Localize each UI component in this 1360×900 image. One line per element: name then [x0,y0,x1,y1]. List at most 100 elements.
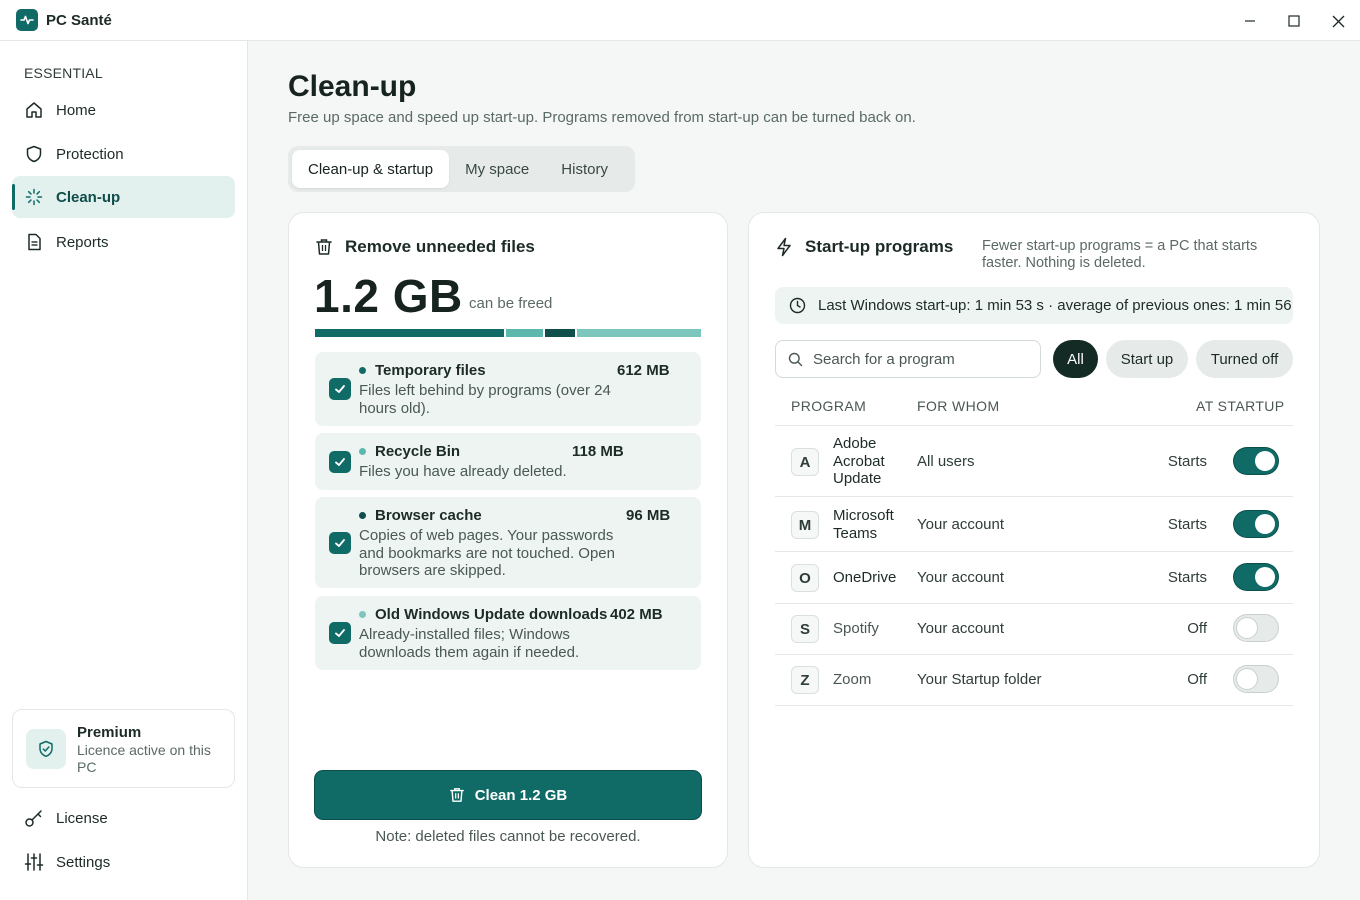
search-icon [788,352,803,367]
file-title: Old Windows Update downloads [375,606,608,623]
column-header-program: PROGRAM [791,398,867,414]
shield-check-icon [26,729,66,769]
color-dot [359,611,366,618]
program-row: A Adobe Acrobat Update All users Starts [775,425,1293,497]
file-checkbox[interactable] [329,622,351,644]
maximize-button[interactable] [1279,6,1309,36]
file-size: 118 MB [572,443,624,460]
search-input[interactable] [813,350,1033,368]
close-window-button[interactable] [1323,6,1353,36]
program-row: S Spotify Your account Off [775,604,1293,655]
startup-toggle[interactable] [1234,511,1278,537]
program-row: O OneDrive Your account Starts [775,552,1293,604]
filter-all[interactable]: All [1053,340,1098,378]
filter-start-up[interactable]: Start up [1106,340,1188,378]
clean-button-label: Clean 1.2 GB [474,786,568,804]
premium-card[interactable]: Premium Licence active on this PC [12,709,235,788]
sparkle-icon [24,187,44,207]
page-subtitle: Free up space and speed up start-up. Pro… [288,109,916,126]
tab-history[interactable]: History [545,150,624,188]
program-name: OneDrive [833,569,897,586]
app-title: PC Santé [46,12,112,29]
cleanup-heading: Remove unneeded files [315,237,535,257]
title-bar: PC Santé [0,0,1360,41]
page-title: Clean-up [288,70,417,103]
trash-icon [315,238,333,256]
startup-toggle[interactable] [1234,448,1278,474]
size-bar-segment [576,329,701,337]
sidebar-section-label: ESSENTIAL [24,65,103,81]
file-item-temporary[interactable]: Temporary files 612 MB Files left behind… [315,352,701,426]
file-description: Already-installed files; Windows downloa… [359,626,580,661]
program-name: Microsoft Teams [833,507,894,542]
sidebar-item-label: Protection [56,145,124,163]
minimize-button[interactable] [1235,6,1265,36]
sidebar-item-settings[interactable]: Settings [24,852,110,872]
tab-bar: Clean-up & startup My space History [288,146,635,192]
sidebar-item-license[interactable]: License [24,808,108,828]
premium-title: Premium [77,724,142,741]
last-startup-info: Last Windows start-up: 1 min 53 s · aver… [775,287,1293,324]
clean-button[interactable]: Clean 1.2 GB [315,771,701,819]
file-title: Recycle Bin [375,443,461,460]
check-icon [335,629,345,637]
sidebar-item-label: Reports [56,233,109,251]
program-for-whom: Your account [917,620,1005,637]
color-dot [359,448,366,455]
sidebar-item-home[interactable]: Home [12,89,235,131]
color-dot [359,512,366,519]
startup-heading-text: Start-up programs [805,237,954,256]
startup-toggle[interactable] [1234,666,1278,692]
column-header-at-startup: AT STARTUP [1196,398,1285,414]
tab-my-space[interactable]: My space [449,150,545,188]
startup-subtitle: Fewer start-up programs = a PC that star… [982,238,1258,271]
filter-turned-off[interactable]: Turned off [1196,340,1293,378]
program-state: Off [1187,671,1207,688]
size-breakdown-bar [315,329,701,337]
premium-subtitle: Licence active on this PC [77,742,211,775]
sidebar-item-reports[interactable]: Reports [12,221,235,263]
program-state: Starts [1167,516,1207,533]
startup-toggle[interactable] [1234,564,1278,590]
clock-icon [789,297,806,314]
file-item-recycle-bin[interactable]: Recycle Bin 118 MB Files you have alread… [315,433,701,490]
program-state: Starts [1167,453,1207,470]
program-name: Adobe Acrobat Update [833,435,885,487]
program-search[interactable] [775,340,1041,378]
program-row: M Microsoft Teams Your account Starts [775,497,1293,552]
trash-icon [449,787,465,803]
total-size: 1.2 GB [314,270,463,322]
file-size: 402 MB [610,606,663,623]
file-checkbox[interactable] [329,451,351,473]
startup-toggle[interactable] [1234,615,1278,641]
sidebar-item-label: Clean-up [56,188,121,206]
cleanup-heading-text: Remove unneeded files [345,237,535,256]
sidebar-item-label: Home [56,101,97,119]
file-item-windows-update[interactable]: Old Windows Update downloads 402 MB Alre… [315,596,701,670]
sidebar-item-label: License [56,809,108,827]
lightning-icon [775,237,793,257]
program-name: Zoom [833,671,872,688]
app-logo-icon [16,9,38,31]
sidebar-item-protection[interactable]: Protection [12,133,235,175]
file-checkbox[interactable] [329,532,351,554]
size-bar-segment [315,329,505,337]
check-icon [335,539,345,547]
startup-heading: Start-up programs [775,237,953,257]
file-title: Browser cache [375,507,482,524]
file-checkbox[interactable] [329,378,351,400]
check-icon [335,458,345,466]
sidebar: ESSENTIAL Home Protection Clean-up Repor… [0,41,248,900]
home-icon [24,100,44,120]
sliders-icon [24,852,44,872]
sidebar-item-label: Settings [56,853,111,871]
file-size: 96 MB [626,507,671,524]
sidebar-item-clean-up[interactable]: Clean-up [12,176,235,218]
startup-card: Start-up programs Fewer start-up program… [748,212,1320,868]
shield-icon [24,144,44,164]
file-item-browser-cache[interactable]: Browser cache 96 MB Copies of web pages.… [315,497,701,588]
tab-clean-up-startup[interactable]: Clean-up & startup [292,150,450,188]
total-caption: can be freed [469,295,553,312]
file-description: Files left behind by programs (over 24 h… [359,382,611,417]
cleanup-card: Remove unneeded files 1.2 GB can be free… [288,212,728,868]
